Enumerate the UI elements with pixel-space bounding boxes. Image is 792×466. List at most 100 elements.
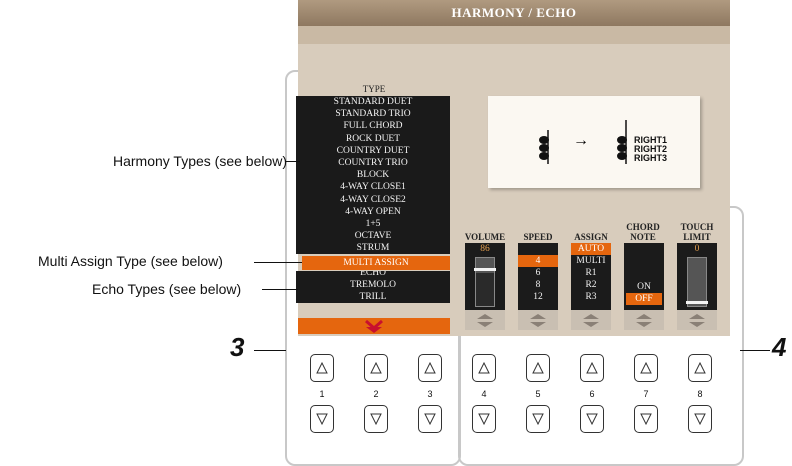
up-button-2[interactable] [364, 354, 388, 382]
harmony-notation-image: → RIGHT1 RIGHT2 RIGHT3 [488, 96, 700, 188]
type-item[interactable]: ROCK DUET [296, 133, 450, 145]
button-number: 3 [427, 389, 433, 399]
type-item[interactable]: 1+5 [296, 218, 450, 230]
down-button-6[interactable] [580, 405, 604, 433]
assign-option[interactable]: R2 [571, 279, 611, 291]
down-button-7[interactable] [634, 405, 658, 433]
down-button-4[interactable] [472, 405, 496, 433]
triangle-down-icon [532, 413, 544, 425]
assign-option[interactable]: R1 [571, 267, 611, 279]
assign-label: ASSIGN [574, 232, 608, 242]
button-number: 6 [589, 389, 595, 399]
up-down-arrow-icon [636, 314, 652, 327]
up-down-arrow-icon [477, 314, 493, 327]
volume-slider-knob [474, 268, 496, 271]
type-item[interactable]: COUNTRY DUET [296, 145, 450, 157]
triangle-down-icon [424, 413, 436, 425]
step-3-label: 3 [230, 332, 245, 362]
down-button-2[interactable] [364, 405, 388, 433]
button-number: 5 [535, 389, 541, 399]
chord-note-only-off[interactable]: OFF [626, 293, 662, 305]
touch-limit-column[interactable]: 0 [677, 243, 717, 310]
screen-title: HARMONY / ECHO [298, 0, 730, 26]
touch-limit-slider[interactable] [686, 257, 708, 307]
up-button-1[interactable] [310, 354, 334, 382]
button-number: 8 [697, 389, 703, 399]
down-button-3[interactable] [418, 405, 442, 433]
down-button-5[interactable] [526, 405, 550, 433]
triangle-down-icon [586, 413, 598, 425]
callout-line [262, 289, 298, 290]
volume-arrows[interactable] [465, 310, 505, 330]
harmony-type-list[interactable]: STANDARD DUET STANDARD TRIO FULL CHORD R… [296, 96, 450, 254]
type-item[interactable]: 4-WAY OPEN [296, 206, 450, 218]
callout-line [290, 161, 300, 162]
speed-selected[interactable]: 4 [518, 255, 558, 267]
chord-note-only-arrows[interactable] [624, 310, 664, 330]
speed-option[interactable]: 12 [518, 291, 558, 303]
echo-item[interactable]: TRILL [296, 291, 450, 303]
chord-note-only-column[interactable]: ON OFF [624, 243, 664, 310]
up-button-7[interactable] [634, 354, 658, 382]
up-button-8[interactable] [688, 354, 712, 382]
assign-selected[interactable]: AUTO [571, 243, 611, 255]
music-notation-icon [539, 120, 627, 164]
scroll-down-arrow[interactable] [298, 318, 450, 334]
step-3-line [254, 350, 286, 351]
type-item[interactable]: STANDARD TRIO [296, 108, 450, 120]
up-down-arrow-icon [530, 314, 546, 327]
button-number: 1 [319, 389, 325, 399]
speed-column[interactable]: 4 6 8 12 [518, 243, 558, 310]
triangle-up-icon [694, 362, 706, 374]
volume-column[interactable]: 86 [465, 243, 505, 310]
speed-option[interactable]: 8 [518, 279, 558, 291]
button-number: 4 [481, 389, 487, 399]
triangle-up-icon [424, 362, 436, 374]
up-button-5[interactable] [526, 354, 550, 382]
triangle-up-icon [532, 362, 544, 374]
down-button-8[interactable] [688, 405, 712, 433]
up-down-arrow-icon [583, 314, 599, 327]
step-4-label: 4 [772, 332, 787, 362]
up-down-arrow-icon [689, 314, 705, 327]
type-item[interactable]: BLOCK [296, 169, 450, 181]
step-4-line [740, 350, 770, 351]
echo-type-list[interactable]: ECHO TREMOLO TRILL [296, 271, 450, 303]
assign-column[interactable]: AUTO MULTI R1 R2 R3 [571, 243, 611, 310]
up-button-6[interactable] [580, 354, 604, 382]
up-button-4[interactable] [472, 354, 496, 382]
type-item[interactable]: STRUM [296, 242, 450, 254]
chord-note-only-on[interactable]: ON [624, 281, 664, 293]
multi-assign-callout: Multi Assign Type (see below) [38, 253, 223, 269]
triangle-down-icon [370, 413, 382, 425]
chord-note-only-label-line1: CHORD [626, 222, 660, 232]
echo-item[interactable]: TREMOLO [296, 279, 450, 291]
notation-arrow: → [573, 132, 589, 149]
assign-option[interactable]: MULTI [571, 255, 611, 267]
touch-limit-label-line1: TOUCH [680, 222, 714, 232]
touch-limit-arrows[interactable] [677, 310, 717, 330]
multi-assign-item[interactable]: MULTI ASSIGN [302, 256, 450, 270]
type-item[interactable]: STANDARD DUET [296, 96, 450, 108]
speed-spacer [518, 243, 558, 255]
type-item[interactable]: FULL CHORD [296, 120, 450, 132]
triangle-down-icon [316, 413, 328, 425]
echo-item[interactable]: ECHO [296, 271, 450, 279]
volume-label: VOLUME [464, 232, 506, 242]
assign-arrows[interactable] [571, 310, 611, 330]
assign-option[interactable]: R3 [571, 291, 611, 303]
volume-slider[interactable] [474, 257, 496, 307]
triangle-up-icon [586, 362, 598, 374]
down-button-1[interactable] [310, 405, 334, 433]
up-button-3[interactable] [418, 354, 442, 382]
speed-option[interactable]: 6 [518, 267, 558, 279]
callout-line [254, 262, 302, 263]
type-item[interactable]: COUNTRY TRIO [296, 157, 450, 169]
speed-arrows[interactable] [518, 310, 558, 330]
type-item[interactable]: 4-WAY CLOSE2 [296, 194, 450, 206]
triangle-up-icon [478, 362, 490, 374]
triangle-up-icon [370, 362, 382, 374]
triangle-down-icon [640, 413, 652, 425]
type-item[interactable]: 4-WAY CLOSE1 [296, 181, 450, 193]
type-item[interactable]: OCTAVE [296, 230, 450, 242]
